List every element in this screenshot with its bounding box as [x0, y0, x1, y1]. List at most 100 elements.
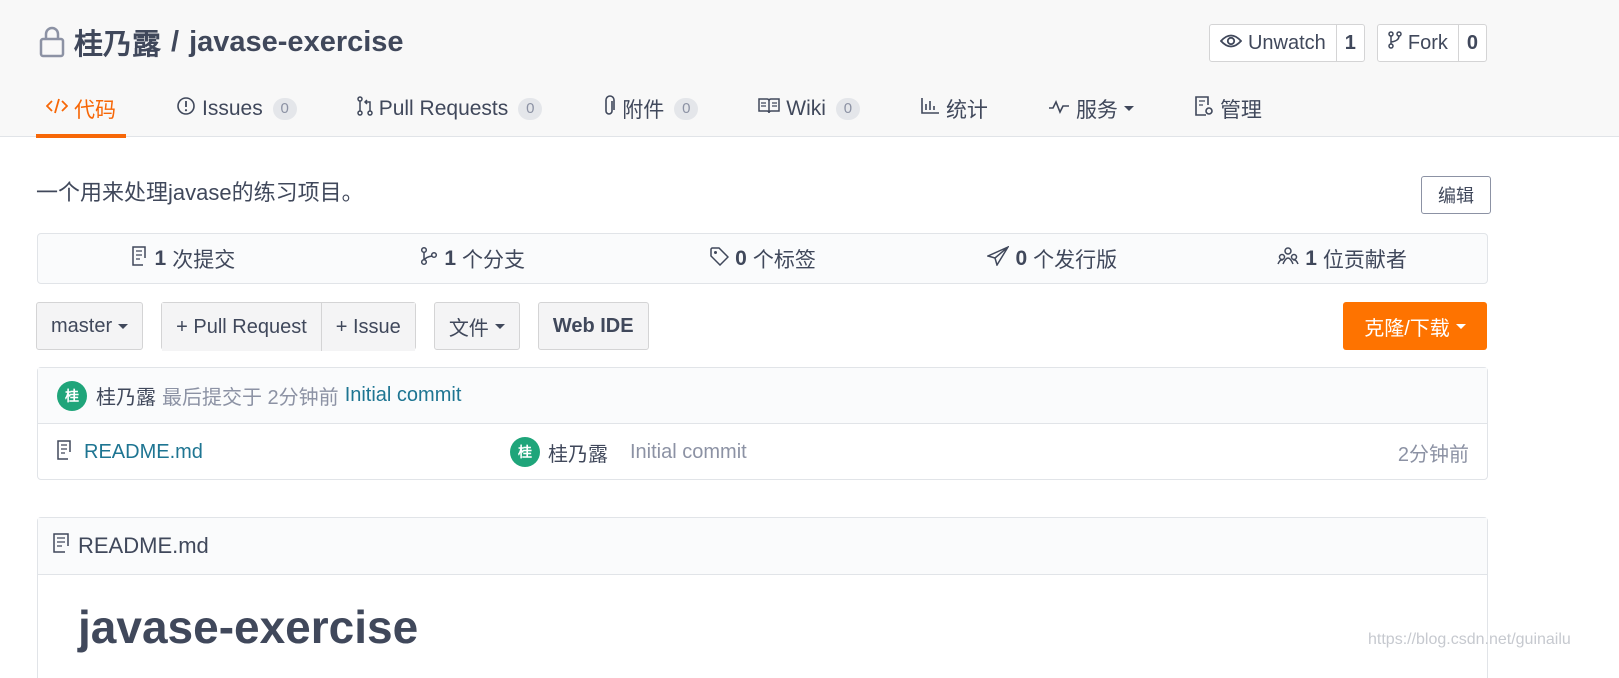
tab-services[interactable]: 服务: [1038, 80, 1144, 137]
tab-code[interactable]: 代码: [36, 80, 126, 138]
repo-name-link[interactable]: javase-exercise: [189, 26, 403, 59]
tab-pull-requests[interactable]: Pull Requests 0: [347, 80, 553, 137]
stat-contributors[interactable]: 1 位贡献者: [1197, 234, 1487, 283]
stat-tags[interactable]: 0 个标签: [618, 234, 908, 283]
tag-icon: [709, 246, 730, 272]
commit-message-link[interactable]: Initial commit: [345, 384, 462, 407]
fork-icon: [1388, 31, 1402, 55]
stat-tags-label: 个标签: [752, 248, 816, 272]
stat-contributors-label: 位贡献者: [1322, 248, 1407, 272]
fork-count[interactable]: 0: [1459, 25, 1486, 61]
settings-doc-icon: [1194, 95, 1214, 123]
tab-attachments[interactable]: 附件 0: [592, 80, 708, 137]
paperclip-icon: [602, 94, 616, 123]
branch-select-label: master: [51, 314, 113, 337]
file-list: 桂 桂乃露 最后提交于 2分钟前 Initial commit README.m…: [37, 367, 1488, 480]
file-commit-time: 2分钟前: [1397, 443, 1469, 466]
chevron-down-icon: [494, 323, 505, 329]
repo-header: 桂乃露 / javase-exercise Unwatch 1 Fork 0 代…: [0, 0, 1619, 138]
create-button-group: + Pull Request + Issue: [161, 302, 416, 351]
wiki-count-badge: 0: [835, 97, 860, 120]
stat-branches-count: 1: [444, 246, 457, 270]
commit-author-link[interactable]: 桂乃露: [96, 381, 156, 410]
stat-tags-count: 0: [735, 246, 747, 270]
repo-tabs: 代码 Issues 0 Pull Requests 0 附件 0 Wiki 0 …: [36, 80, 1312, 138]
file-name-link[interactable]: README.md: [84, 441, 203, 464]
pull-request-icon: [356, 95, 373, 122]
clone-download-button[interactable]: 克隆/下载: [1343, 302, 1487, 350]
new-pull-request-button[interactable]: + Pull Request: [162, 303, 321, 351]
lock-icon: [38, 26, 66, 58]
tab-issues[interactable]: Issues 0: [166, 80, 307, 137]
stat-commits-count: 1: [154, 246, 167, 270]
readme-header: README.md: [38, 518, 1487, 575]
chevron-down-icon: [118, 323, 129, 329]
repo-toolbar: master + Pull Request + Issue 文件 Web IDE: [36, 302, 649, 351]
send-icon: [986, 244, 1011, 272]
bar-chart-icon: [920, 97, 940, 121]
issues-count-badge: 0: [272, 97, 297, 120]
tab-attachments-label: 附件: [622, 98, 665, 122]
stat-branches-label: 个分支: [462, 248, 526, 272]
stat-commits-label: 次提交: [172, 248, 236, 272]
issue-icon: [176, 96, 196, 122]
tab-issues-label: Issues: [202, 96, 263, 120]
tab-pull-requests-label: Pull Requests: [378, 96, 509, 120]
stat-releases[interactable]: 0 个发行版: [907, 234, 1197, 283]
watermark-text: https://blog.csdn.net/guinailu: [1368, 631, 1571, 648]
watch-count[interactable]: 1: [1337, 25, 1364, 61]
repo-separator: /: [171, 25, 180, 58]
avatar[interactable]: 桂: [510, 437, 540, 467]
chevron-down-icon: [1455, 323, 1466, 329]
web-ide-button[interactable]: Web IDE: [537, 302, 649, 350]
file-dropdown[interactable]: 文件: [433, 302, 520, 350]
pull-requests-count-badge: 0: [518, 97, 543, 120]
new-issue-button[interactable]: + Issue: [320, 303, 415, 351]
clone-download-label: 克隆/下载: [1364, 317, 1450, 340]
branch-select[interactable]: master: [36, 302, 144, 350]
table-row: README.md 桂 桂乃露 Initial commit 2分钟前: [38, 424, 1487, 480]
file-commit-author[interactable]: 桂乃露: [548, 438, 608, 467]
tab-statistics[interactable]: 统计: [910, 80, 998, 137]
code-icon: [45, 97, 69, 121]
repo-stats-bar: 1 次提交 1 个分支 0 个标签 0 个发行版 1 位贡献者: [37, 233, 1488, 284]
commit-time-text: 最后提交于 2分钟前: [162, 387, 339, 409]
chevron-down-icon: [1123, 106, 1134, 111]
unwatch-button[interactable]: Unwatch: [1210, 25, 1337, 61]
stat-commits[interactable]: 1 次提交: [38, 234, 328, 283]
watch-button-group: Unwatch 1: [1208, 24, 1365, 62]
attachments-count-badge: 0: [674, 97, 699, 120]
branch-icon: [420, 246, 438, 272]
avatar[interactable]: 桂: [57, 380, 87, 411]
file-icon: [56, 439, 74, 467]
repo-owner-link[interactable]: 桂乃露: [74, 21, 161, 63]
tab-code-label: 代码: [74, 98, 116, 122]
edit-description-button[interactable]: 编辑: [1421, 176, 1491, 214]
fork-button[interactable]: Fork: [1378, 25, 1459, 61]
file-dropdown-label: 文件: [448, 317, 489, 340]
repo-title: 桂乃露 / javase-exercise: [38, 22, 404, 62]
stat-branches[interactable]: 1 个分支: [328, 234, 618, 283]
tab-admin[interactable]: 管理: [1184, 80, 1272, 137]
fork-button-group: Fork 0: [1376, 24, 1487, 62]
file-commit-message[interactable]: Initial commit: [630, 441, 747, 464]
book-icon: [758, 97, 781, 121]
contributors-icon: [1277, 246, 1299, 272]
tab-wiki[interactable]: Wiki 0: [748, 80, 870, 137]
tab-admin-label: 管理: [1219, 98, 1262, 122]
repo-description: 一个用来处理javase的练习项目。: [36, 180, 364, 205]
tab-wiki-label: Wiki: [786, 96, 826, 120]
tab-statistics-label: 统计: [945, 98, 988, 122]
readme-file-name: README.md: [78, 533, 209, 558]
readme-heading: javase-exercise: [78, 601, 419, 653]
stat-releases-count: 0: [1015, 246, 1028, 270]
eye-icon: [1219, 32, 1243, 55]
unwatch-label: Unwatch: [1247, 31, 1326, 54]
stat-releases-label: 个发行版: [1033, 248, 1118, 272]
fork-label: Fork: [1407, 31, 1448, 54]
stat-contributors-count: 1: [1305, 246, 1317, 270]
file-icon: [52, 532, 72, 560]
tab-services-label: 服务: [1075, 98, 1118, 122]
pulse-icon: [1048, 97, 1070, 121]
repo-actions: Unwatch 1 Fork 0: [1208, 24, 1487, 62]
